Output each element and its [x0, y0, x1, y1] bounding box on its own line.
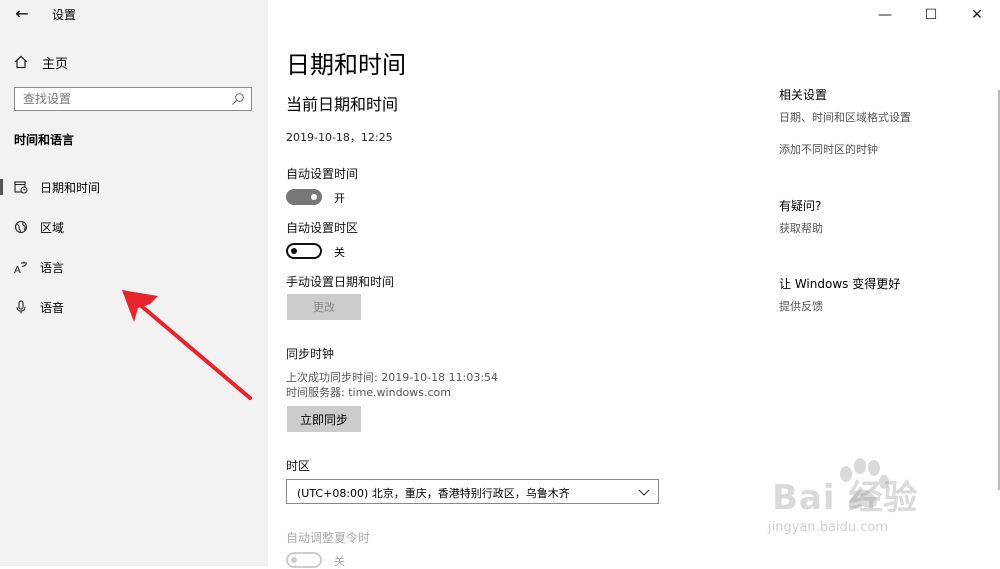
question-title: 有疑问?	[779, 199, 822, 213]
timezone-label: 时区	[286, 459, 311, 473]
search-box[interactable]	[14, 87, 252, 111]
back-arrow-icon[interactable]: ←	[12, 4, 32, 24]
sidebar-item-speech[interactable]: 语音	[0, 295, 268, 319]
current-datetime-heading: 当前日期和时间	[286, 95, 399, 114]
sidebar-item-region[interactable]: 区域	[0, 215, 268, 239]
chevron-down-icon	[638, 489, 650, 496]
feedback-link[interactable]: 提供反馈	[779, 298, 823, 314]
search-input[interactable]	[23, 91, 223, 107]
change-button[interactable]: 更改	[287, 294, 361, 320]
sync-title: 同步时钟	[286, 347, 335, 361]
section-title: 时间和语言	[14, 133, 75, 147]
auto-time-label: 自动设置时间	[286, 167, 359, 181]
add-clocks-link[interactable]: 添加不同时区的时钟	[779, 141, 878, 157]
home-icon	[14, 55, 28, 69]
close-button[interactable]: ✕	[954, 0, 1000, 30]
toggle-knob	[291, 248, 297, 254]
auto-timezone-state: 关	[334, 246, 345, 259]
dst-label: 自动调整夏令时	[286, 531, 371, 545]
app-title: 设置	[52, 8, 77, 22]
sidebar-item-datetime[interactable]: 日期和时间	[0, 175, 268, 199]
calendar-clock-icon	[14, 181, 28, 194]
toggle-knob	[311, 194, 317, 200]
timezone-value: (UTC+08:00) 北京，重庆，香港特别行政区，乌鲁木齐	[297, 487, 570, 500]
nav-home-label: 主页	[42, 56, 69, 72]
get-help-link[interactable]: 获取帮助	[779, 220, 823, 236]
related-settings-title: 相关设置	[779, 88, 828, 102]
page-title: 日期和时间	[286, 51, 406, 79]
maximize-button[interactable]: ☐	[908, 0, 954, 30]
auto-timezone-label: 自动设置时区	[286, 221, 359, 235]
sidebar-item-language[interactable]: A 语言	[0, 255, 268, 279]
toggle-knob	[291, 557, 297, 563]
sidebar-item-label: 语言	[40, 260, 65, 275]
improve-windows-title: 让 Windows 变得更好	[779, 277, 901, 291]
svg-text:A: A	[14, 265, 21, 274]
auto-time-toggle[interactable]	[286, 189, 322, 205]
manual-set-label: 手动设置日期和时间	[286, 275, 395, 289]
main-content: — ☐ ✕ 日期和时间 当前日期和时间 2019-10-18，12:25 自动设…	[268, 0, 1000, 568]
search-icon	[232, 93, 244, 105]
sync-now-button[interactable]: 立即同步	[287, 406, 361, 432]
time-server-text: 时间服务器: time.windows.com	[286, 386, 452, 399]
microphone-icon	[16, 300, 26, 314]
sidebar-item-label: 语音	[40, 300, 65, 315]
minimize-button[interactable]: —	[862, 0, 908, 30]
region-format-link[interactable]: 日期、时间和区域格式设置	[779, 109, 911, 125]
sidebar-item-label: 区域	[40, 220, 65, 235]
timezone-select[interactable]: (UTC+08:00) 北京，重庆，香港特别行政区，乌鲁木齐	[286, 479, 659, 504]
auto-timezone-toggle[interactable]	[286, 243, 322, 259]
sidebar: ← 设置 主页 时间和语言 日期和时间 区域 A	[0, 0, 268, 566]
sidebar-item-label: 日期和时间	[40, 180, 101, 195]
language-icon: A	[14, 261, 27, 274]
dst-state: 关	[334, 555, 345, 568]
current-datetime-value: 2019-10-18，12:25	[286, 131, 393, 144]
globe-icon	[14, 220, 28, 234]
last-sync-text: 上次成功同步时间: 2019-10-18 11:03:54	[286, 371, 499, 384]
nav-home[interactable]: 主页	[14, 52, 68, 72]
auto-time-state: 开	[334, 192, 345, 205]
